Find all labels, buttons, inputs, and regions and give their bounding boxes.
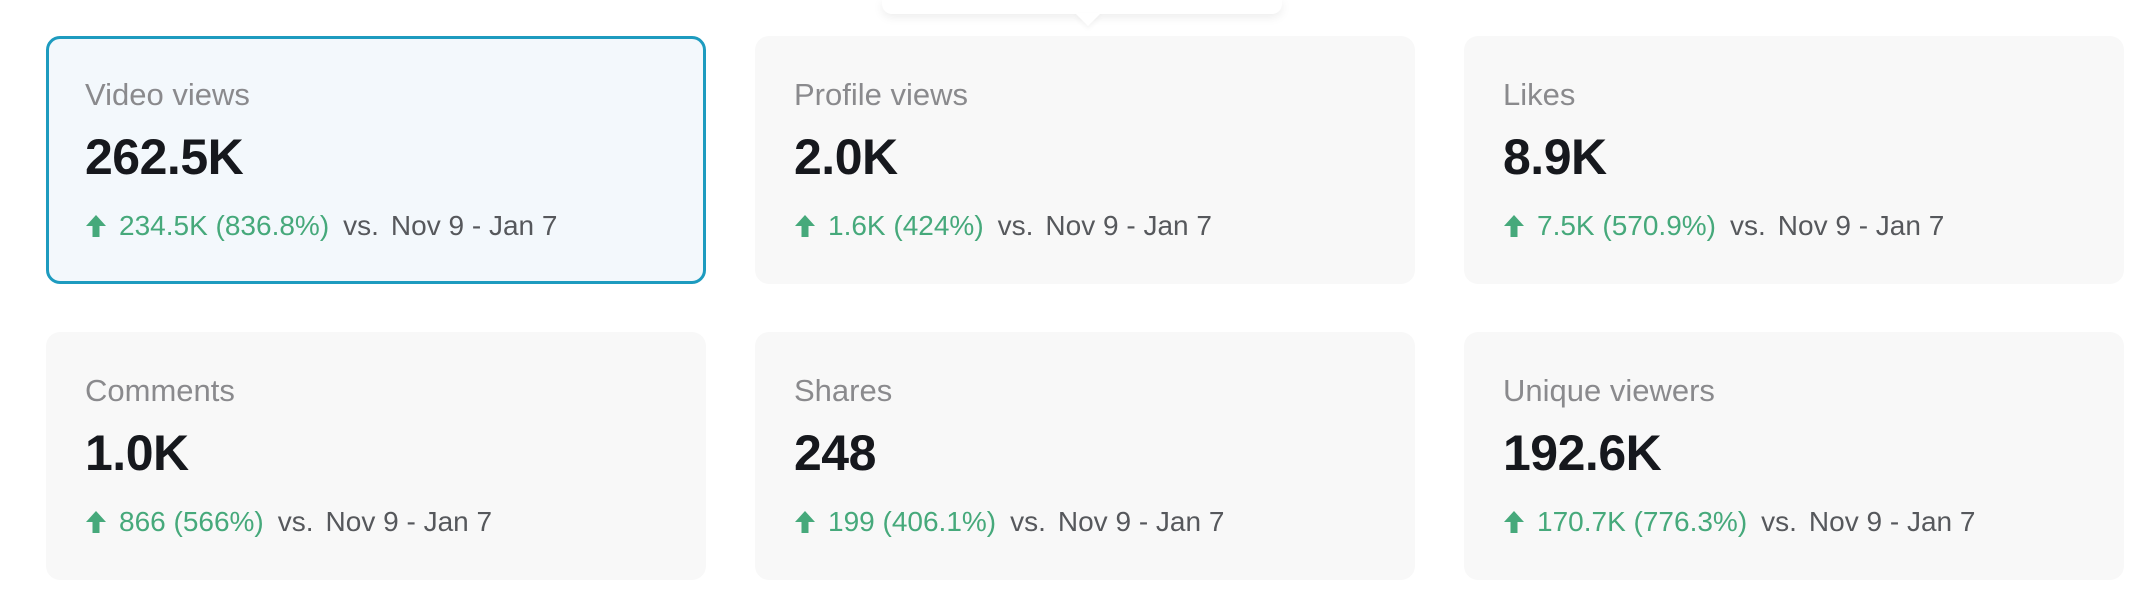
arrow-up-icon [1504, 215, 1524, 237]
metric-card-video-views[interactable]: Video views 262.5K 234.5K (836.8%) vs. N… [46, 36, 706, 284]
metric-trend: 234.5K (836.8%) vs. Nov 9 - Jan 7 [85, 212, 667, 240]
metric-trend: 866 (566%) vs. Nov 9 - Jan 7 [85, 508, 667, 536]
metric-card-comments[interactable]: Comments 1.0K 866 (566%) vs. Nov 9 - Jan… [46, 332, 706, 580]
metric-value: 1.0K [85, 425, 189, 481]
metric-delta: 1.6K (424%) [828, 210, 984, 241]
metric-label: Video views [85, 77, 250, 112]
metric-vs: vs. [277, 506, 314, 537]
metric-card-likes[interactable]: Likes 8.9K 7.5K (570.9%) vs. Nov 9 - Jan… [1464, 36, 2124, 284]
metric-trend: 1.6K (424%) vs. Nov 9 - Jan 7 [794, 212, 1376, 240]
arrow-up-icon [795, 511, 815, 533]
metric-delta: 170.7K (776.3%) [1537, 506, 1748, 537]
metric-range: Nov 9 - Jan 7 [1777, 210, 1945, 241]
metric-label: Comments [85, 373, 235, 408]
metric-vs: vs. [997, 210, 1034, 241]
metric-value: 192.6K [1503, 425, 1662, 481]
metric-delta: 234.5K (836.8%) [119, 210, 330, 241]
metric-delta: 7.5K (570.9%) [1537, 210, 1716, 241]
metric-label: Likes [1503, 77, 1576, 112]
metric-range: Nov 9 - Jan 7 [325, 506, 493, 537]
metric-vs: vs. [1761, 506, 1797, 537]
metric-range: Nov 9 - Jan 7 [1057, 506, 1225, 537]
metric-card-profile-views[interactable]: Profile views 2.0K 1.6K (424%) vs. Nov 9… [755, 36, 1415, 284]
metric-value: 8.9K [1503, 129, 1607, 185]
metric-card-shares[interactable]: Shares 248 199 (406.1%) vs. Nov 9 - Jan … [755, 332, 1415, 580]
metric-value: 262.5K [85, 129, 244, 185]
metric-label: Shares [794, 373, 893, 408]
metric-delta: 866 (566%) [119, 506, 264, 537]
metric-value: 2.0K [794, 129, 898, 185]
arrow-up-icon [86, 511, 106, 533]
metric-value: 248 [794, 425, 876, 481]
tooltip-edge [882, 0, 1282, 14]
metric-vs: vs. [343, 210, 379, 241]
metric-vs: vs. [1730, 210, 1766, 241]
arrow-up-icon [1504, 511, 1524, 533]
metric-label: Unique viewers [1503, 373, 1715, 408]
metric-range: Nov 9 - Jan 7 [1045, 210, 1212, 241]
arrow-up-icon [795, 215, 815, 237]
metric-trend: 170.7K (776.3%) vs. Nov 9 - Jan 7 [1503, 508, 2085, 536]
metric-label: Profile views [794, 77, 968, 112]
metric-range: Nov 9 - Jan 7 [390, 210, 558, 241]
metric-delta: 199 (406.1%) [828, 506, 997, 537]
metric-trend: 199 (406.1%) vs. Nov 9 - Jan 7 [794, 508, 1376, 536]
metric-trend: 7.5K (570.9%) vs. Nov 9 - Jan 7 [1503, 212, 2085, 240]
arrow-up-icon [86, 215, 106, 237]
metric-card-unique-viewers[interactable]: Unique viewers 192.6K 170.7K (776.3%) vs… [1464, 332, 2124, 580]
metric-vs: vs. [1010, 506, 1046, 537]
metrics-grid: Video views 262.5K 234.5K (836.8%) vs. N… [46, 36, 2124, 580]
metric-range: Nov 9 - Jan 7 [1808, 506, 1976, 537]
